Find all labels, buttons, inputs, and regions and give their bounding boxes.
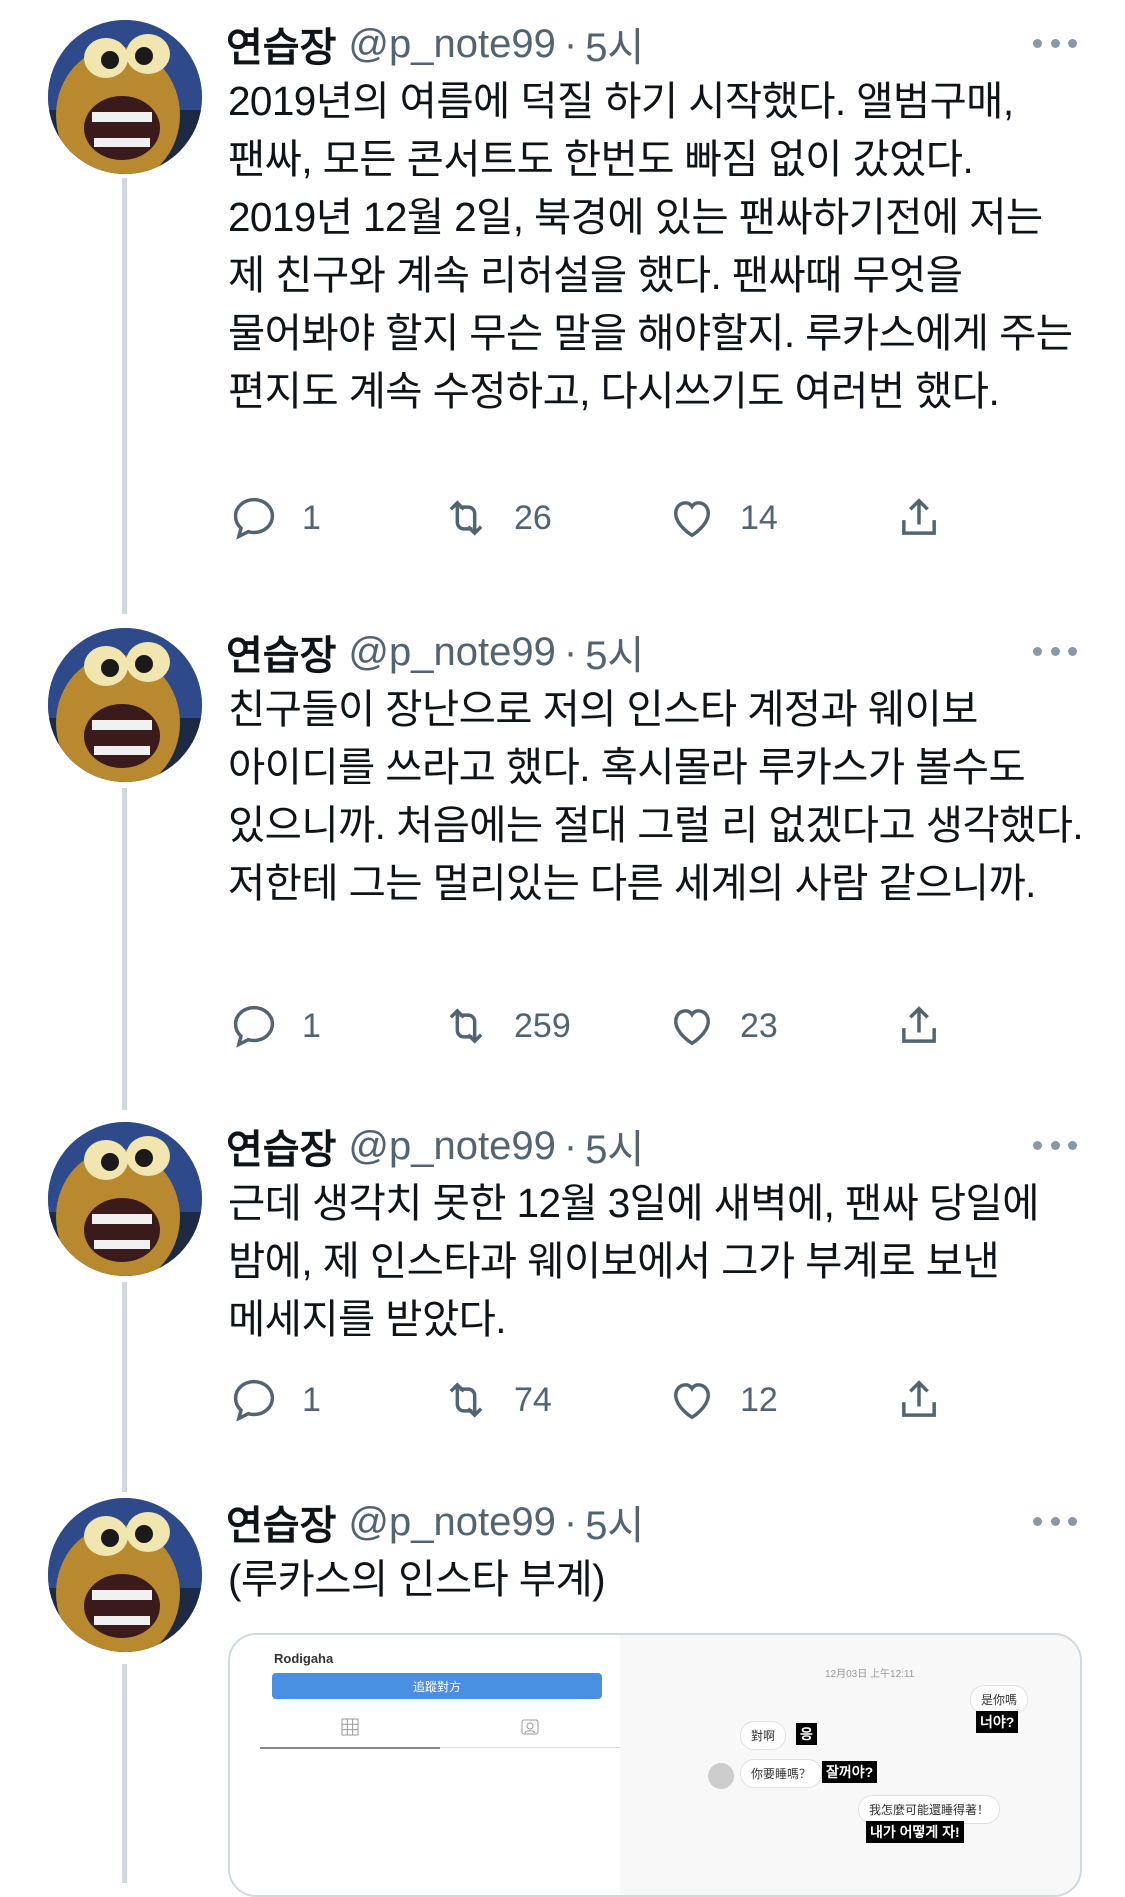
avatar[interactable] — [48, 20, 202, 174]
share-button[interactable] — [893, 1370, 945, 1430]
heart-icon — [674, 1009, 710, 1046]
tweet-header: 연습장 @p_note99 · 5시 — [226, 14, 644, 74]
share-icon — [902, 1006, 936, 1043]
author-name[interactable]: 연습장 — [226, 1493, 336, 1551]
media-attachment[interactable]: Rodigaha 追蹤對方 12月03日 上午12:11 是你嗎 너야? 對啊 … — [228, 1633, 1082, 1897]
tweet[interactable]: 연습장 @p_note99 · 5시 (루카스의 인스타 부계) Rodigah… — [0, 1498, 1125, 1897]
share-button[interactable] — [893, 996, 945, 1056]
message-bubble: 對啊 — [740, 1721, 787, 1750]
like-button[interactable]: 23 — [666, 996, 778, 1056]
reply-button[interactable]: 1 — [228, 996, 321, 1056]
retweet-count: 26 — [514, 498, 552, 537]
author-handle[interactable]: @p_note99 — [348, 630, 555, 675]
avatar-image — [48, 1122, 202, 1276]
tweet-text: (루카스의 인스타 부계) — [228, 1556, 606, 1602]
avatar-image — [48, 20, 202, 174]
reply-icon — [233, 1379, 275, 1422]
avatar-image — [48, 628, 202, 782]
like-button[interactable]: 14 — [666, 488, 778, 548]
retweet-icon — [449, 500, 483, 536]
heart-icon — [674, 1383, 710, 1420]
reply-icon — [233, 497, 275, 540]
author-handle[interactable]: @p_note99 — [348, 1124, 555, 1169]
grid-icon — [341, 1718, 359, 1736]
instagram-profile-panel: Rodigaha 追蹤對方 — [230, 1635, 621, 1895]
retweet-button[interactable]: 259 — [440, 996, 571, 1056]
share-icon — [902, 1380, 936, 1417]
grid-tab — [260, 1707, 440, 1749]
more-icon[interactable] — [1033, 28, 1077, 58]
message-caption: 응 — [796, 1723, 817, 1745]
profile-name: Rodigaha — [274, 1651, 334, 1666]
reply-button[interactable]: 1 — [228, 1370, 321, 1430]
avatar[interactable] — [48, 1122, 202, 1276]
retweet-icon — [449, 1382, 483, 1418]
timestamp[interactable]: 5시 — [585, 15, 644, 73]
tweet-header: 연습장 @p_note99 · 5시 — [226, 622, 644, 682]
retweet-button[interactable]: 74 — [440, 1370, 552, 1430]
tweet[interactable]: 연습장 @p_note99 · 5시 2019년의 여름에 덕질 하기 시작했다… — [0, 20, 1125, 580]
reply-count: 1 — [302, 498, 321, 537]
tweet[interactable]: 연습장 @p_note99 · 5시 친구들이 장난으로 저의 인스타 계정과 … — [0, 628, 1125, 1088]
author-handle[interactable]: @p_note99 — [348, 1500, 555, 1545]
dm-conversation-panel: 12月03日 上午12:11 是你嗎 너야? 對啊 응 你要睡嗎？ 잘꺼야? 我… — [620, 1635, 1080, 1895]
more-icon[interactable] — [1033, 636, 1077, 666]
separator-dot: · — [563, 21, 578, 66]
message-caption: 잘꺼야? — [822, 1761, 878, 1783]
author-name[interactable]: 연습장 — [226, 15, 336, 73]
reply-count: 1 — [302, 1006, 321, 1045]
separator-dot: · — [563, 1499, 578, 1544]
action-bar: 1 259 23 — [228, 996, 1048, 1056]
author-handle[interactable]: @p_note99 — [348, 22, 555, 67]
timestamp[interactable]: 5시 — [585, 1117, 644, 1175]
message-bubble: 你要睡嗎？ — [740, 1759, 823, 1788]
tweet-text: 2019년의 여름에 덕질 하기 시작했다. 앨범구매, 팬싸, 모든 콘서트도… — [228, 78, 1084, 414]
follow-button: 追蹤對方 — [272, 1673, 602, 1699]
separator-dot: · — [563, 629, 578, 674]
author-name[interactable]: 연습장 — [226, 1117, 336, 1175]
heart-icon — [674, 501, 710, 538]
timestamp[interactable]: 5시 — [585, 1493, 644, 1551]
separator-dot: · — [563, 1123, 578, 1168]
like-count: 14 — [740, 498, 778, 537]
dm-timestamp: 12月03日 上午12:11 — [825, 1669, 915, 1680]
retweet-count: 259 — [514, 1006, 571, 1045]
tweet-text: 근데 생각치 못한 12월 3일에 새벽에, 팬싸 당일에 밤에, 제 인스타과… — [228, 1180, 1050, 1342]
retweet-count: 74 — [514, 1380, 552, 1419]
more-icon[interactable] — [1033, 1506, 1077, 1536]
avatar[interactable] — [48, 628, 202, 782]
tweet-header: 연습장 @p_note99 · 5시 — [226, 1492, 644, 1552]
tagged-tab — [440, 1707, 620, 1748]
share-icon — [902, 498, 936, 535]
like-button[interactable]: 12 — [666, 1370, 778, 1430]
message-bubble: 我怎麼可能還睡得著！ — [858, 1795, 1001, 1824]
more-icon[interactable] — [1033, 1130, 1077, 1160]
author-name[interactable]: 연습장 — [226, 623, 336, 681]
sender-avatar — [708, 1763, 734, 1789]
like-count: 12 — [740, 1380, 778, 1419]
avatar[interactable] — [48, 1498, 202, 1652]
action-bar: 1 74 12 — [228, 1370, 1048, 1430]
tagged-icon — [521, 1719, 539, 1735]
reply-count: 1 — [302, 1380, 321, 1419]
tweet[interactable]: 연습장 @p_note99 · 5시 근데 생각치 못한 12월 3일에 새벽에… — [0, 1122, 1125, 1482]
action-bar: 1 26 14 — [228, 488, 1048, 548]
timestamp[interactable]: 5시 — [585, 623, 644, 681]
message-bubble: 是你嗎 — [970, 1685, 1029, 1714]
tweet-header: 연습장 @p_note99 · 5시 — [226, 1116, 644, 1176]
like-count: 23 — [740, 1006, 778, 1045]
avatar-image — [48, 1498, 202, 1652]
retweet-button[interactable]: 26 — [440, 488, 552, 548]
reply-button[interactable]: 1 — [228, 488, 321, 548]
reply-icon — [233, 1005, 275, 1048]
retweet-icon — [449, 1008, 483, 1044]
tweet-text: 친구들이 장난으로 저의 인스타 계정과 웨이보 아이디를 쓰라고 했다. 혹시… — [228, 686, 1094, 906]
message-caption: 내가 어떻게 자! — [866, 1821, 964, 1843]
message-caption: 너야? — [976, 1711, 1019, 1733]
share-button[interactable] — [893, 488, 945, 548]
